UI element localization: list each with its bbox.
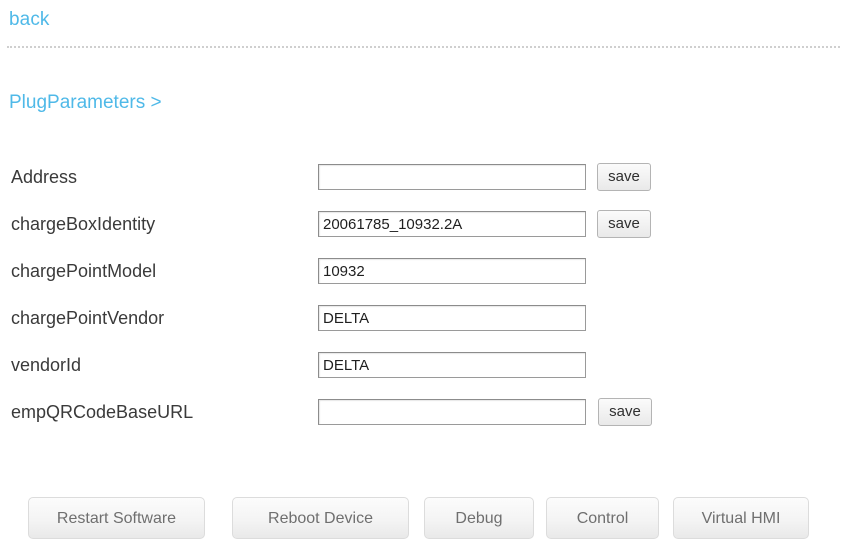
save-button[interactable]: save (597, 163, 651, 191)
action-button-control[interactable]: Control (546, 497, 659, 539)
back-link[interactable]: back (9, 9, 50, 31)
action-button-debug[interactable]: Debug (424, 497, 534, 539)
parameter-label: vendorId (11, 355, 82, 375)
top-nav-bar: back (0, 0, 844, 48)
parameter-label: Address (11, 167, 78, 187)
save-button[interactable]: save (598, 398, 652, 426)
parameter-input[interactable] (318, 258, 586, 284)
action-button-reboot-device[interactable]: Reboot Device (232, 497, 409, 539)
parameter-label: chargeBoxIdentity (11, 214, 156, 234)
parameter-input[interactable] (318, 211, 586, 237)
action-button-restart-software[interactable]: Restart Software (28, 497, 205, 539)
plug-parameters-form: Address save chargeBoxIdentity save chargePo… (0, 160, 844, 442)
parameter-input[interactable] (318, 305, 586, 331)
parameter-input[interactable] (318, 399, 586, 425)
save-button[interactable]: save (597, 210, 651, 238)
action-button-bar: Restart Software Reboot Device Debug Contro… (0, 497, 844, 545)
parameter-label: chargePointModel (11, 261, 157, 281)
form-row: empQRCodeBaseURL save (0, 395, 844, 442)
form-row: vendorId (0, 348, 844, 395)
breadcrumb[interactable]: PlugParameters > (9, 91, 162, 115)
parameter-input[interactable] (318, 352, 586, 378)
form-row: chargeBoxIdentity save (0, 207, 844, 254)
form-row: chargePointModel (0, 254, 844, 301)
parameter-label: chargePointVendor (11, 308, 165, 328)
parameter-label: empQRCodeBaseURL (11, 402, 194, 422)
action-button-virtual-hmi[interactable]: Virtual HMI (673, 497, 809, 539)
form-row: chargePointVendor (0, 301, 844, 348)
parameter-input[interactable] (318, 164, 586, 190)
header-divider (7, 46, 840, 48)
form-row: Address save (0, 160, 844, 207)
